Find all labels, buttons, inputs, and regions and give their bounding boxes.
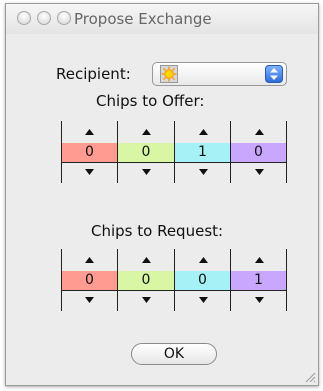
request-chip-2-count: 0 [118, 271, 174, 290]
request-chip-4-increment-button[interactable] [231, 249, 287, 271]
recipient-popup[interactable] [152, 62, 287, 86]
request-chip-2-decrement-button[interactable] [118, 290, 174, 312]
request-chip-1-increment-button[interactable] [61, 249, 117, 271]
request-chip-4-decrement-button[interactable] [231, 290, 287, 312]
window-title: Propose Exchange [74, 10, 212, 28]
recipient-label: Recipient: [56, 65, 131, 83]
popup-stepper-icon [265, 65, 283, 83]
offer-chip-2-increment-button[interactable] [118, 121, 174, 143]
offer-chip-2-decrement-button[interactable] [118, 162, 174, 184]
request-chip-3-increment-button[interactable] [175, 249, 231, 271]
offer-chip-4-increment-button[interactable] [231, 121, 287, 143]
offer-chip-4-decrement-button[interactable] [231, 162, 287, 184]
request-chip-grid: 0 0 0 1 [61, 249, 287, 311]
request-chip-4-count: 1 [231, 271, 286, 290]
offer-chip-1-count: 0 [62, 143, 117, 162]
offer-chip-3-decrement-button[interactable] [175, 162, 231, 184]
request-chip-3-decrement-button[interactable] [175, 290, 231, 312]
request-chip-3-count: 0 [175, 271, 230, 290]
close-window-button[interactable] [17, 11, 31, 25]
request-chip-1-count: 0 [62, 271, 117, 290]
request-chip-1-decrement-button[interactable] [61, 290, 117, 312]
zoom-window-button[interactable] [57, 11, 71, 25]
chips-to-request-label: Chips to Request: [91, 222, 224, 240]
propose-exchange-window: Propose Exchange Recipient: Chips to Off… [5, 3, 319, 386]
chips-to-offer-label: Chips to Offer: [96, 92, 205, 110]
offer-chip-3-count: 1 [175, 143, 230, 162]
ok-button[interactable]: OK [131, 343, 217, 365]
title-bar: Propose Exchange [6, 4, 318, 34]
offer-chip-1-increment-button[interactable] [61, 121, 117, 143]
sun-icon [160, 65, 178, 83]
offer-chip-grid: 0 0 1 0 [61, 121, 287, 183]
resize-grip-icon[interactable] [304, 371, 316, 383]
minimize-window-button[interactable] [37, 11, 51, 25]
offer-chip-4-count: 0 [231, 143, 286, 162]
offer-chip-2-count: 0 [118, 143, 174, 162]
offer-chip-3-increment-button[interactable] [175, 121, 231, 143]
request-chip-2-increment-button[interactable] [118, 249, 174, 271]
offer-chip-1-decrement-button[interactable] [61, 162, 117, 184]
